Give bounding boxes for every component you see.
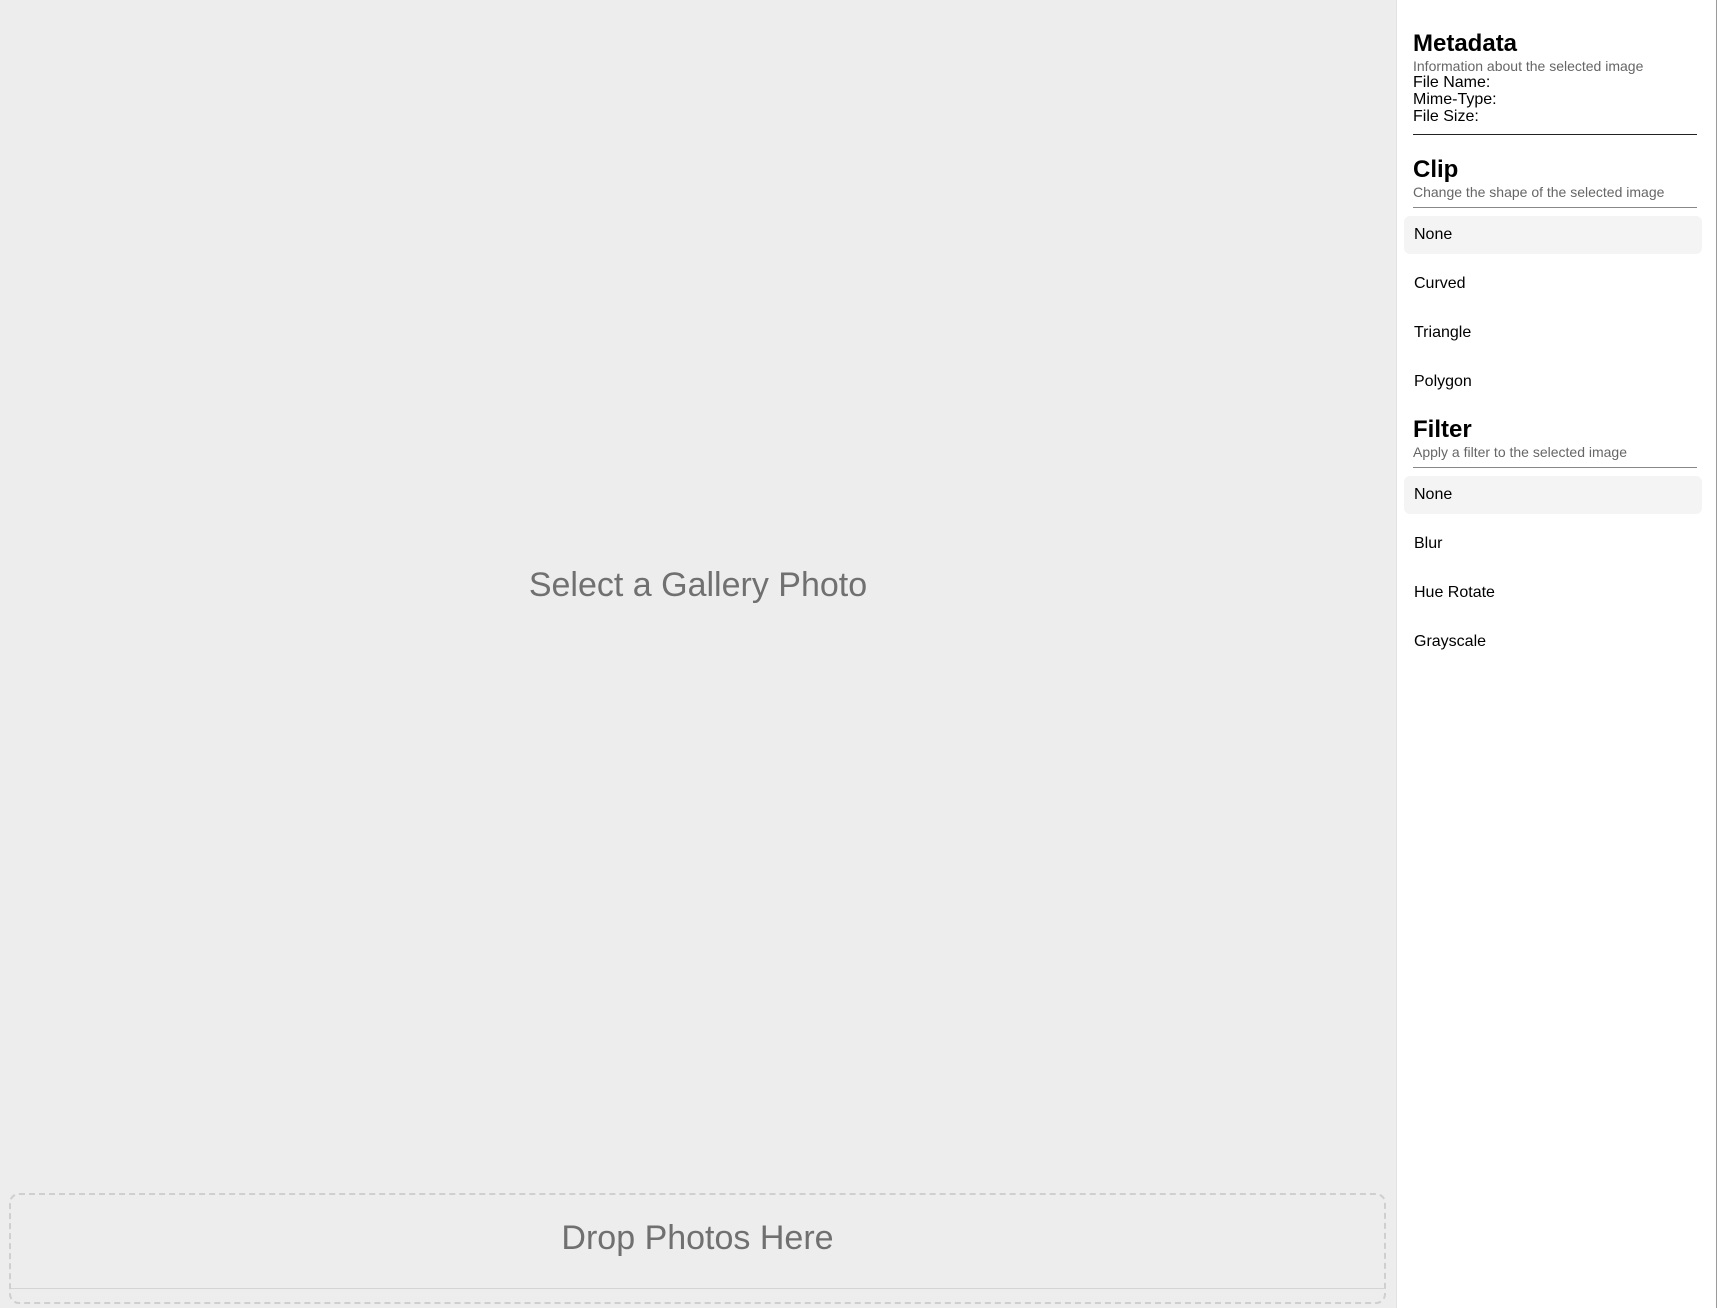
metadata-section: Metadata Information about the selected … xyxy=(1413,30,1697,135)
metadata-divider xyxy=(1413,134,1697,135)
filter-option-grayscale[interactable]: Grayscale xyxy=(1404,623,1702,661)
clip-option-triangle[interactable]: Triangle xyxy=(1404,314,1702,352)
select-photo-placeholder: Select a Gallery Photo xyxy=(528,566,868,604)
clip-title: Clip xyxy=(1413,156,1459,183)
filter-section: Filter Apply a filter to the selected im… xyxy=(1413,416,1697,468)
file-name-label: File Name: xyxy=(1413,74,1491,91)
filter-option-none[interactable]: None xyxy=(1404,476,1702,514)
clip-option-curved[interactable]: Curved xyxy=(1404,265,1702,303)
app: Select a Gallery Photo Drop Photos Here … xyxy=(0,0,1717,1308)
filter-divider xyxy=(1413,467,1697,468)
dropzone-label: Drop Photos Here xyxy=(561,1219,834,1257)
filter-option-blur[interactable]: Blur xyxy=(1404,525,1702,563)
clip-section: Clip Change the shape of the selected im… xyxy=(1413,156,1697,208)
metadata-title: Metadata xyxy=(1413,30,1518,57)
metadata-subtitle: Information about the selected image xyxy=(1413,58,1644,74)
file-size-label: File Size: xyxy=(1413,108,1479,125)
photo-dropzone[interactable]: Drop Photos Here xyxy=(9,1193,1386,1304)
dropzone-divider xyxy=(11,1288,1384,1289)
clip-divider xyxy=(1413,207,1697,208)
photo-viewer: Select a Gallery Photo Drop Photos Here xyxy=(0,0,1396,1308)
clip-option-polygon[interactable]: Polygon xyxy=(1404,363,1702,401)
filter-option-hue-rotate[interactable]: Hue Rotate xyxy=(1404,574,1702,612)
properties-sidebar: Metadata Information about the selected … xyxy=(1396,0,1717,1308)
filter-title: Filter xyxy=(1413,416,1472,443)
clip-subtitle: Change the shape of the selected image xyxy=(1413,184,1665,200)
mime-type-label: Mime-Type: xyxy=(1413,91,1497,108)
filter-subtitle: Apply a filter to the selected image xyxy=(1413,444,1628,460)
clip-option-none[interactable]: None xyxy=(1404,216,1702,254)
